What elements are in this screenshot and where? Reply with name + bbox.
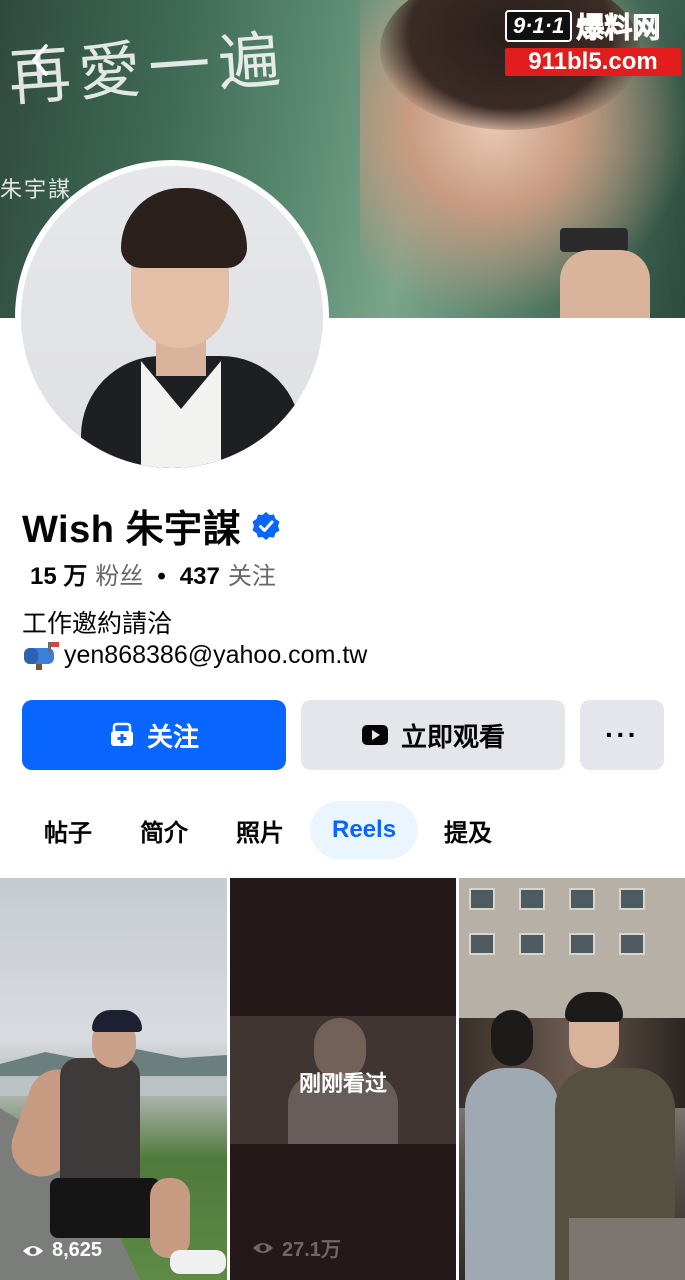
recently-watched-label: 刚刚看过	[298, 1071, 387, 1096]
profile-avatar[interactable]	[15, 160, 329, 474]
eye-icon	[23, 1245, 43, 1256]
add-friend-icon	[110, 722, 133, 746]
tab-photos[interactable]: 照片	[214, 801, 306, 859]
profile-stats: 15 万 粉丝 • 437 关注	[30, 556, 276, 591]
following-count[interactable]: 437	[180, 563, 220, 591]
reel-person-leg	[150, 1178, 190, 1258]
reel-thumbnail[interactable]: 8,625	[0, 878, 227, 1280]
watch-now-label: 立即观看	[400, 721, 505, 752]
reel-window	[619, 933, 645, 955]
watermark-url: 911bl5.com	[505, 48, 681, 76]
reel-person-cap	[92, 1010, 142, 1032]
follow-label: 关注	[146, 721, 199, 752]
verified-badge-icon	[252, 511, 280, 540]
eye-icon	[253, 1242, 273, 1253]
tab-about[interactable]: 简介	[118, 801, 210, 859]
cover-watch-strap	[560, 228, 628, 252]
stats-separator: •	[157, 563, 166, 590]
reel-window	[519, 888, 545, 910]
reel-person-shoe	[170, 1250, 226, 1274]
reel-person-shorts	[50, 1178, 160, 1238]
more-options-button[interactable]: ···	[580, 700, 664, 770]
tab-posts[interactable]: 帖子	[22, 801, 114, 859]
followers-label[interactable]: 粉丝	[95, 556, 143, 591]
following-label[interactable]: 关注	[228, 556, 276, 591]
avatar-photo	[21, 166, 323, 468]
reel-person-head	[491, 1010, 533, 1066]
profile-name: Wish 朱宇謀	[22, 509, 241, 551]
watch-now-button[interactable]: 立即观看	[301, 700, 565, 770]
reel-views: 8,625	[22, 1239, 102, 1262]
play-video-icon	[361, 725, 388, 745]
avatar-hair	[121, 188, 247, 268]
bio-email-line: yen868386@yahoo.com.tw	[22, 640, 367, 670]
tab-reels[interactable]: Reels	[310, 801, 419, 859]
reel-window	[469, 933, 495, 955]
chevron-left-icon	[32, 44, 48, 76]
reel-thumbnail[interactable]: 刚刚看过 27.1万	[230, 878, 456, 1280]
reel-person-hair	[565, 992, 623, 1022]
reel-window	[569, 888, 595, 910]
reel-window	[569, 933, 595, 955]
reel-views: 27.1万	[252, 1233, 341, 1262]
reel-window	[619, 888, 645, 910]
follow-button[interactable]: 关注	[22, 700, 286, 770]
watermark-cn: 爆料网	[576, 12, 661, 44]
bio-line: 工作邀約請洽	[22, 610, 173, 638]
reel-window	[469, 888, 495, 910]
watermark-logo: 9·1·1 爆料网 911bl5.com	[505, 6, 681, 76]
reel-bench	[569, 1218, 685, 1280]
cover-name-text: 朱宇謀	[0, 177, 73, 202]
reel-window	[519, 933, 545, 955]
profile-tabs: 帖子 简介 照片 Reels 提及	[22, 800, 518, 860]
watermark-badge: 9·1·1	[505, 10, 573, 42]
tab-mentions[interactable]: 提及	[422, 801, 514, 859]
reel-view-count: 27.1万	[282, 1239, 341, 1261]
reel-person-hoodie	[465, 1068, 559, 1280]
profile-name-row: Wish 朱宇謀	[22, 498, 281, 553]
reels-grid: 8,625 刚刚看过 27.1万	[0, 878, 685, 1280]
reel-person-body	[60, 1058, 140, 1188]
mailbox-icon	[24, 642, 59, 670]
back-button[interactable]	[26, 40, 60, 80]
cover-hand	[560, 250, 650, 318]
reel-thumbnail[interactable]	[459, 878, 685, 1280]
more-icon: ···	[605, 719, 639, 750]
reel-view-count: 8,625	[52, 1239, 103, 1261]
bio-email[interactable]: yen868386@yahoo.com.tw	[64, 641, 367, 670]
followers-count[interactable]: 15 万	[30, 556, 87, 591]
